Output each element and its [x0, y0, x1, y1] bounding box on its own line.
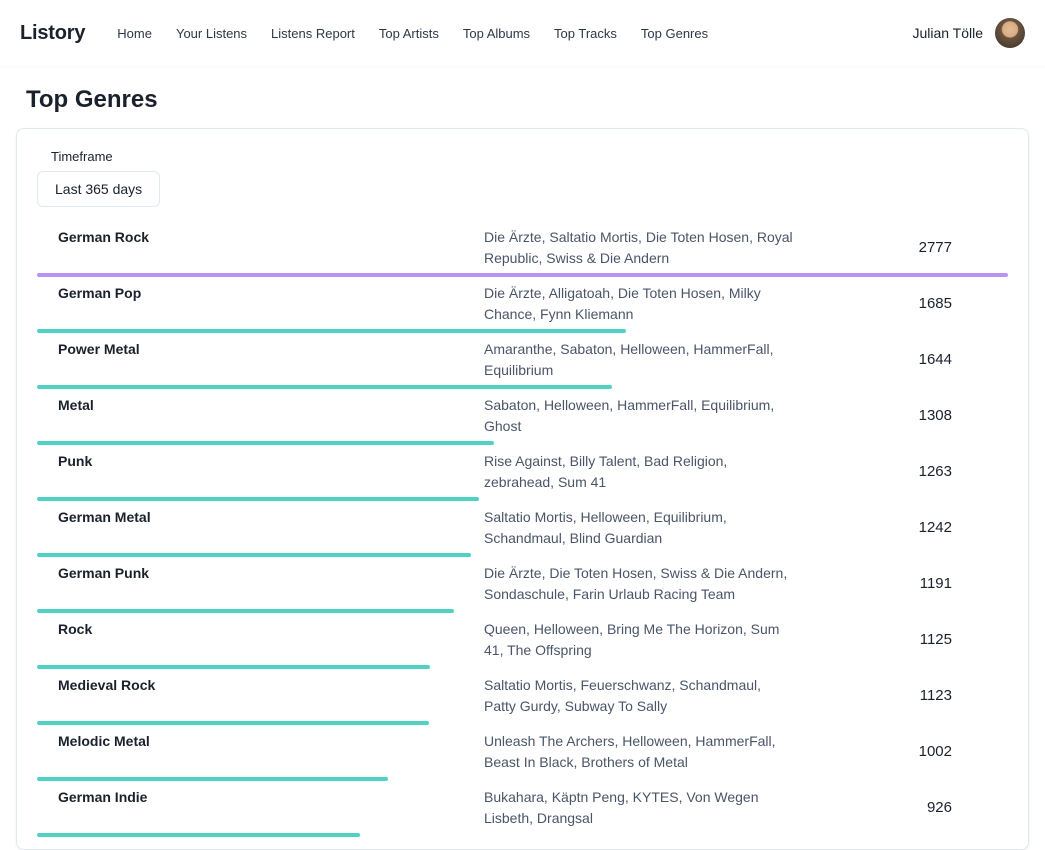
genre-row: Medieval RockSaltatio Mortis, Feuerschwa…: [37, 671, 1008, 725]
genre-artists: Saltatio Mortis, Feuerschwanz, Schandmau…: [484, 675, 804, 717]
genre-row: German PopDie Ärzte, Alligatoah, Die Tot…: [37, 279, 1008, 333]
nav-item-listens-report[interactable]: Listens Report: [271, 26, 355, 41]
genre-name: Metal: [37, 395, 484, 437]
page-title: Top Genres: [26, 86, 1029, 114]
timeframe-select[interactable]: Last 365 days: [37, 171, 160, 207]
nav-item-top-albums[interactable]: Top Albums: [463, 26, 530, 41]
genre-row: German PunkDie Ärzte, Die Toten Hosen, S…: [37, 559, 1008, 613]
genre-row: MetalSabaton, Helloween, HammerFall, Equ…: [37, 391, 1008, 445]
nav-item-top-artists[interactable]: Top Artists: [379, 26, 439, 41]
genre-row: German RockDie Ärzte, Saltatio Mortis, D…: [37, 223, 1008, 277]
genre-name: German Indie: [37, 787, 484, 829]
genre-progress-bar: [37, 665, 430, 669]
genre-progress-bar: [37, 777, 388, 781]
genre-progress-bar: [37, 553, 471, 557]
genre-artists: Bukahara, Käptn Peng, KYTES, Von Wegen L…: [484, 787, 804, 829]
genre-row: German MetalSaltatio Mortis, Helloween, …: [37, 503, 1008, 557]
user-name: Julian Tölle: [912, 25, 983, 41]
genre-count: 1123: [804, 685, 1008, 708]
genre-row: Melodic MetalUnleash The Archers, Hellow…: [37, 727, 1008, 781]
genre-name: German Rock: [37, 227, 484, 269]
genre-artists: Die Ärzte, Die Toten Hosen, Swiss & Die …: [484, 563, 804, 605]
genre-count: 926: [804, 797, 1008, 820]
genre-artists: Unleash The Archers, Helloween, HammerFa…: [484, 731, 804, 773]
genre-count: 1125: [804, 629, 1008, 652]
genre-table: German RockDie Ärzte, Saltatio Mortis, D…: [37, 223, 1008, 837]
nav-item-home[interactable]: Home: [117, 26, 152, 41]
genre-artists: Die Ärzte, Alligatoah, Die Toten Hosen, …: [484, 283, 804, 325]
genre-count: 1242: [804, 517, 1008, 540]
genre-progress-bar: [37, 833, 360, 837]
nav-item-top-tracks[interactable]: Top Tracks: [554, 26, 617, 41]
genre-name: Rock: [37, 619, 484, 661]
genre-row: PunkRise Against, Billy Talent, Bad Reli…: [37, 447, 1008, 501]
genre-count: 1002: [804, 741, 1008, 764]
genre-artists: Amaranthe, Sabaton, Helloween, HammerFal…: [484, 339, 804, 381]
genre-artists: Sabaton, Helloween, HammerFall, Equilibr…: [484, 395, 804, 437]
genre-name: Punk: [37, 451, 484, 493]
genre-artists: Queen, Helloween, Bring Me The Horizon, …: [484, 619, 804, 661]
genre-row: Power MetalAmaranthe, Sabaton, Helloween…: [37, 335, 1008, 389]
timeframe-label: Timeframe: [51, 149, 1008, 164]
genre-progress-bar: [37, 385, 612, 389]
main-nav: Home Your Listens Listens Report Top Artist…: [117, 26, 912, 41]
genre-count: 1308: [804, 405, 1008, 428]
genre-name: German Pop: [37, 283, 484, 325]
main-content: Top Genres Timeframe Last 365 days Germa…: [0, 86, 1045, 850]
genre-count: 1191: [804, 573, 1008, 596]
genre-count: 2777: [804, 237, 1008, 260]
genres-card: Timeframe Last 365 days German RockDie Ä…: [16, 128, 1029, 850]
genre-count: 1263: [804, 461, 1008, 484]
genre-progress-bar: [37, 329, 626, 333]
genre-row: RockQueen, Helloween, Bring Me The Horiz…: [37, 615, 1008, 669]
top-nav: Listory Home Your Listens Listens Report To…: [0, 0, 1045, 66]
genre-row: German IndieBukahara, Käptn Peng, KYTES,…: [37, 783, 1008, 837]
genre-progress-bar: [37, 497, 479, 501]
genre-name: Power Metal: [37, 339, 484, 381]
genre-artists: Die Ärzte, Saltatio Mortis, Die Toten Ho…: [484, 227, 804, 269]
genre-progress-bar: [37, 721, 429, 725]
user-avatar-icon[interactable]: [995, 18, 1025, 48]
genre-name: Medieval Rock: [37, 675, 484, 717]
user-menu[interactable]: Julian Tölle: [912, 18, 1025, 48]
genre-progress-bar: [37, 273, 1008, 277]
genre-artists: Saltatio Mortis, Helloween, Equilibrium,…: [484, 507, 804, 549]
genre-count: 1644: [804, 349, 1008, 372]
genre-progress-bar: [37, 441, 494, 445]
nav-item-your-listens[interactable]: Your Listens: [176, 26, 247, 41]
genre-name: German Metal: [37, 507, 484, 549]
genre-artists: Rise Against, Billy Talent, Bad Religion…: [484, 451, 804, 493]
nav-item-top-genres[interactable]: Top Genres: [641, 26, 708, 41]
app-logo[interactable]: Listory: [20, 22, 85, 45]
genre-name: German Punk: [37, 563, 484, 605]
genre-progress-bar: [37, 609, 454, 613]
genre-name: Melodic Metal: [37, 731, 484, 773]
genre-count: 1685: [804, 293, 1008, 316]
